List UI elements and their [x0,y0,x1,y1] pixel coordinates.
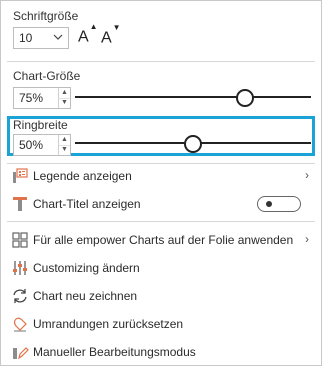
slider-track [75,96,311,98]
increase-arrow-icon: ▲ [89,22,98,31]
divider [7,163,315,164]
menu-item-chart-title[interactable]: Chart-Titel anzeigen [11,193,313,215]
decrease-font-label: A [101,29,112,47]
increase-font-label: A [78,28,89,46]
divider [7,61,315,62]
toggle-knob [266,201,272,207]
decrease-font-button[interactable]: A▼ [101,23,121,47]
grid-icon [12,232,28,248]
menu-item-customizing[interactable]: Customizing ändern [11,257,313,279]
divider [7,221,315,222]
increase-font-button[interactable]: A▲ [78,22,98,46]
ring-width-label: Ringbreite [13,118,68,132]
menu-item-legend[interactable]: Legende anzeigen › [11,165,313,187]
menu-item-label: Chart neu zeichnen [33,289,138,303]
menu-item-label: Customizing ändern [33,261,140,275]
chevron-right-icon: › [305,168,309,182]
font-size-label: Schriftgröße [13,9,79,23]
menu-item-label: Umrandungen zurücksetzen [33,317,184,331]
menu-item-label: Manueller Bearbeitungsmodus [33,345,196,359]
spinner-arrows: ▲ ▼ [58,135,70,155]
font-size-value: 10 [19,31,33,45]
menu-item-manual-mode[interactable]: Manueller Bearbeitungsmodus [11,341,313,363]
chart-size-label: Chart-Größe [13,69,81,83]
chart-size-spinner[interactable]: 75% ▲ ▼ [13,87,71,109]
chevron-right-icon: › [305,232,309,246]
reset-borders-icon [13,317,27,332]
chart-settings-panel: Schriftgröße 10 A▲ A▼ Chart-Größe 75% ▲ … [0,0,322,366]
spinner-down-icon[interactable]: ▼ [59,145,70,155]
menu-item-redraw[interactable]: Chart neu zeichnen [11,285,313,307]
ring-width-value: 50% [19,138,44,152]
menu-item-label: Für alle empower Charts auf der Folie an… [33,233,294,247]
refresh-icon [13,289,27,303]
menu-item-label: Legende anzeigen [33,169,132,183]
sliders-icon [13,261,27,275]
edit-icon [13,347,29,360]
font-size-combo[interactable]: 10 [13,27,69,49]
chart-size-slider[interactable] [75,87,311,107]
legend-icon [13,168,28,183]
spinner-down-icon[interactable]: ▼ [59,98,70,108]
chart-title-toggle[interactable] [257,196,301,212]
slider-thumb[interactable] [184,135,202,153]
menu-item-apply-all[interactable]: Für alle empower Charts auf der Folie an… [11,229,313,251]
ring-width-slider[interactable] [75,133,311,153]
slider-thumb[interactable] [235,89,254,107]
ring-width-spinner[interactable]: 50% ▲ ▼ [13,134,71,156]
chart-size-value: 75% [19,91,44,105]
chevron-down-icon [53,34,63,40]
menu-item-reset-borders[interactable]: Umrandungen zurücksetzen [11,313,313,335]
chart-title-icon [13,197,27,211]
decrease-arrow-icon: ▼ [112,23,121,32]
spinner-arrows: ▲ ▼ [58,88,70,108]
menu-item-label: Chart-Titel anzeigen [33,197,141,211]
